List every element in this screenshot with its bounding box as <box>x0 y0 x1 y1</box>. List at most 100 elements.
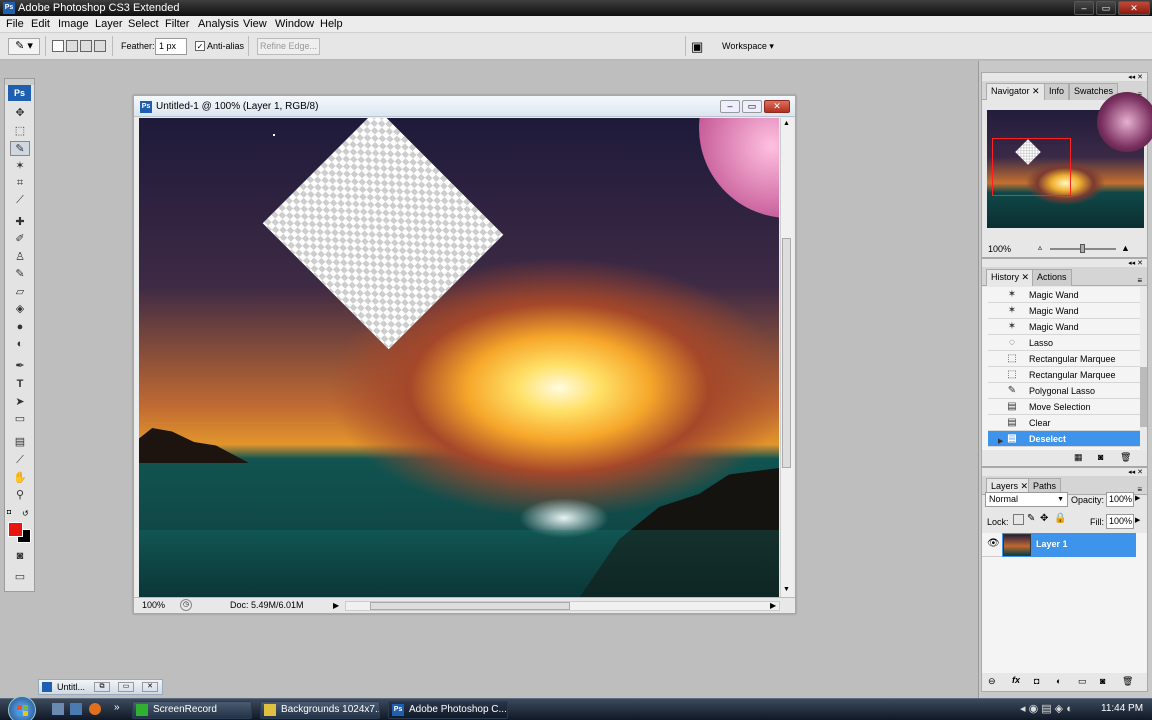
history-item[interactable]: ✎ Polygonal Lasso <box>988 383 1140 399</box>
trash-icon[interactable]: 🗑 <box>1122 676 1133 687</box>
default-colors-icon[interactable]: ◘ <box>7 509 15 517</box>
new-group-icon[interactable]: ▭ <box>1078 676 1087 687</box>
zoom-in-icon[interactable]: ▲ <box>1121 243 1130 253</box>
doc-minimize-button[interactable]: – <box>720 100 740 113</box>
fill-input[interactable]: 100% <box>1106 514 1134 529</box>
menu-layer[interactable]: Layer <box>95 16 123 33</box>
lock-transparent-icon[interactable] <box>1013 514 1024 525</box>
maximize-icon[interactable]: ▭ <box>118 682 134 692</box>
refine-edge-button[interactable]: Refine Edge... <box>257 38 320 55</box>
layer-row[interactable]: 👁 Layer 1 <box>982 533 1136 557</box>
start-button[interactable] <box>8 696 36 720</box>
new-snapshot-icon[interactable]: ◙ <box>1098 452 1103 462</box>
taskbar-overflow-icon[interactable]: » <box>114 702 120 713</box>
scroll-down-arrow[interactable]: ▼ <box>783 586 790 593</box>
history-scrollbar[interactable] <box>1140 287 1147 450</box>
history-item[interactable]: ▤ Move Selection <box>988 399 1140 415</box>
panel-menu-icon[interactable]: ≡ <box>1137 485 1142 494</box>
switch-windows-icon[interactable] <box>70 703 82 715</box>
foreground-color-swatch[interactable] <box>8 522 23 537</box>
tab-actions[interactable]: Actions <box>1032 269 1072 286</box>
tab-navigator[interactable]: Navigator ✕ <box>986 83 1045 100</box>
blur-tool-icon[interactable]: ● <box>10 320 30 335</box>
path-selection-icon[interactable]: ➤ <box>10 395 30 410</box>
lock-image-icon[interactable]: ✎ <box>1027 513 1035 524</box>
swap-colors-icon[interactable]: ↺ <box>22 509 30 518</box>
opacity-input[interactable]: 100% <box>1106 492 1134 507</box>
healing-brush-icon[interactable]: ✚ <box>10 215 30 230</box>
taskbar-clock[interactable]: 11:44 PM <box>1101 703 1143 714</box>
menu-view[interactable]: View <box>243 16 267 33</box>
lasso-tool-icon[interactable]: ✎ <box>10 141 30 156</box>
tab-history[interactable]: History ✕ <box>986 269 1035 286</box>
vertical-scroll-thumb[interactable] <box>782 238 791 468</box>
history-item-selected[interactable]: ▤ Deselect <box>988 431 1140 447</box>
type-tool-icon[interactable]: T <box>10 377 30 392</box>
scroll-right-arrow[interactable]: ▶ <box>770 598 776 613</box>
layer-style-icon[interactable]: fx <box>1012 675 1020 685</box>
doc-close-button[interactable]: ✕ <box>764 100 790 113</box>
navigator-view-box[interactable] <box>992 138 1071 196</box>
quick-mask-icon[interactable]: ◙ <box>10 549 30 564</box>
tab-info[interactable]: Info <box>1044 83 1070 100</box>
panel-menu-icon[interactable]: ≡ <box>1137 276 1142 285</box>
navigator-zoom-value[interactable]: 100% <box>988 244 1011 254</box>
menu-filter[interactable]: Filter <box>165 16 189 33</box>
taskbar-item-screenrecord[interactable]: ScreenRecord <box>132 701 252 719</box>
zoom-tool-icon[interactable]: ⚲ <box>10 488 30 503</box>
menu-select[interactable]: Select <box>128 16 159 33</box>
dodge-tool-icon[interactable]: ◐ <box>10 337 30 352</box>
panel-collapse-icon[interactable]: ◂◂ ✕ <box>1128 468 1143 476</box>
blend-mode-select[interactable]: Normal ▼ <box>985 492 1068 507</box>
lock-all-icon[interactable]: 🔒 <box>1054 513 1066 524</box>
subtract-from-selection-button[interactable] <box>80 40 92 52</box>
minimize-button[interactable]: – <box>1074 1 1094 15</box>
minimized-document[interactable]: Untitl... ⧉ ▭ ✕ <box>38 679 163 695</box>
feather-input[interactable]: 1 px <box>155 38 187 55</box>
history-item[interactable]: ⬚ Rectangular Marquee <box>988 351 1140 367</box>
history-scroll-thumb[interactable] <box>1140 367 1147 427</box>
workspace-menu[interactable]: Workspace ▾ <box>722 41 774 52</box>
horizontal-scrollbar[interactable] <box>345 601 780 611</box>
history-item[interactable]: ✶ Magic Wand <box>988 287 1140 303</box>
opacity-dropdown-arrow[interactable]: ▶ <box>1135 494 1140 502</box>
menu-image[interactable]: Image <box>58 16 89 33</box>
close-button[interactable]: ✕ <box>1118 1 1150 15</box>
menu-help[interactable]: Help <box>320 16 343 33</box>
pen-tool-icon[interactable]: ✒ <box>10 359 30 374</box>
new-layer-icon[interactable]: ◙ <box>1100 676 1105 686</box>
history-item[interactable]: ◌ Lasso <box>988 335 1140 351</box>
taskbar-item-backgrounds[interactable]: Backgrounds 1024x7... <box>260 701 380 719</box>
menu-file[interactable]: File <box>6 16 24 33</box>
zoom-slider-thumb[interactable] <box>1080 244 1085 253</box>
taskbar-item-photoshop[interactable]: Ps Adobe Photoshop C... <box>388 701 508 719</box>
status-info-icon[interactable]: ◷ <box>180 599 192 611</box>
eye-visibility-icon[interactable]: 👁 <box>987 538 1000 549</box>
move-tool-icon[interactable]: ✥ <box>10 106 30 121</box>
tool-preset-picker[interactable]: ✎ ▾ <box>8 38 40 55</box>
add-mask-icon[interactable]: ◘ <box>1034 676 1039 686</box>
history-item[interactable]: ✶ Magic Wand <box>988 319 1140 335</box>
history-item[interactable]: ▤ Clear <box>988 415 1140 431</box>
paint-bucket-icon[interactable]: ◈ <box>10 302 30 317</box>
doc-maximize-button[interactable]: ▭ <box>742 100 762 113</box>
brush-tool-icon[interactable]: ✐ <box>10 232 30 247</box>
new-document-from-state-icon[interactable]: ▦ <box>1074 452 1083 463</box>
firefox-icon[interactable] <box>89 703 101 715</box>
scroll-up-arrow[interactable]: ▲ <box>783 120 790 127</box>
adjustment-layer-icon[interactable]: ◐ <box>1056 676 1061 686</box>
eyedropper-tool-icon[interactable]: ⟋ <box>10 453 30 468</box>
status-menu-arrow[interactable]: ▶ <box>333 598 339 613</box>
show-desktop-icon[interactable] <box>52 703 64 715</box>
menu-analysis[interactable]: Analysis <box>198 16 239 33</box>
vertical-scrollbar[interactable]: ▲ ▼ <box>780 118 793 598</box>
panel-collapse-icon[interactable]: ◂◂ ✕ <box>1128 73 1143 81</box>
history-item[interactable]: ✶ Magic Wand <box>988 303 1140 319</box>
navigator-thumbnail[interactable] <box>987 92 1152 228</box>
tray-icons[interactable]: ◂ ◉ ▤ ◈ ◐ <box>1020 702 1073 715</box>
clone-stamp-icon[interactable]: ♙ <box>10 250 30 265</box>
slice-tool-icon[interactable]: ⟋ <box>10 193 30 208</box>
intersect-selection-button[interactable] <box>94 40 106 52</box>
antialias-checkbox[interactable]: ✓ <box>195 41 205 51</box>
panel-collapse-icon[interactable]: ◂◂ ✕ <box>1128 259 1143 267</box>
